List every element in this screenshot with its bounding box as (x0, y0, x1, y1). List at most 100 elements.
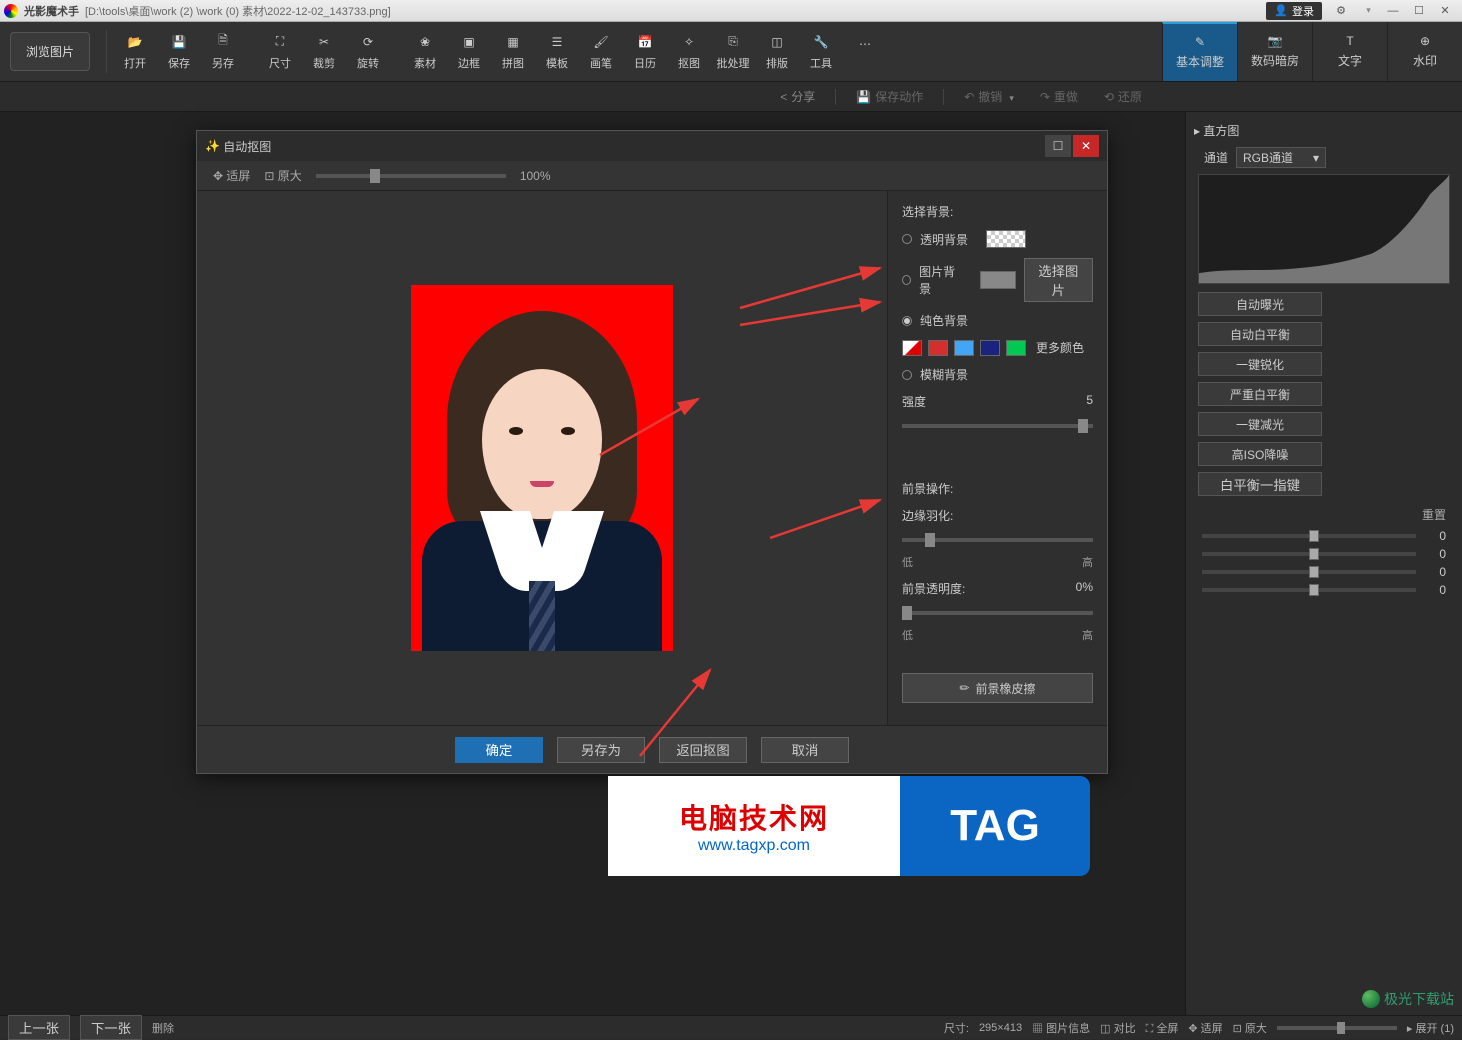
select-bg-label: 选择背景: (902, 203, 1093, 220)
size-icon: ⛶ (270, 33, 290, 51)
orig-button[interactable]: ⊡ 原大 (1233, 1020, 1267, 1036)
swatch-lightblue[interactable] (954, 340, 974, 356)
save-icon: 💾 (169, 33, 189, 51)
ok-button[interactable]: 确定 (455, 737, 543, 763)
tool-collage[interactable]: ▦拼图 (491, 33, 535, 71)
tool-size[interactable]: ⛶尺寸 (258, 33, 302, 71)
tab-watermark[interactable]: ⊕水印 (1387, 22, 1462, 81)
fit-button[interactable]: ✥ 适屏 (1188, 1020, 1222, 1036)
tool-batch[interactable]: ⎘批处理 (711, 33, 755, 71)
fit-screen-button[interactable]: ✥ 适屏 (213, 167, 250, 184)
dropdown-icon[interactable] (1354, 2, 1380, 20)
strength-slider[interactable] (902, 424, 1093, 428)
btn-auto-exposure[interactable]: 自动曝光 (1198, 292, 1322, 316)
tool-saveas[interactable]: 🗎另存 (201, 33, 245, 71)
browse-button[interactable]: 浏览图片 (10, 32, 90, 71)
restore-button[interactable]: ⟲还原 (1098, 86, 1148, 107)
info-button[interactable]: ▦ 图片信息 (1032, 1020, 1090, 1036)
original-size-button[interactable]: ⊡ 原大 (264, 167, 301, 184)
share-button[interactable]: <分享 (774, 86, 821, 107)
btn-severe-wb[interactable]: 严重白平衡 (1198, 382, 1322, 406)
rotate-icon: ⟳ (358, 33, 378, 51)
close-button[interactable]: ✕ (1432, 2, 1458, 20)
redo-button[interactable]: ↷重做 (1034, 86, 1084, 107)
more-colors[interactable]: 更多颜色 (1036, 339, 1084, 356)
tab-darkroom[interactable]: 📷数码暗房 (1237, 22, 1312, 81)
tool-more[interactable]: ⋯ (843, 35, 887, 69)
save-action-button[interactable]: 💾保存动作 (850, 86, 929, 107)
choose-image-button[interactable]: 选择图片 (1024, 258, 1093, 302)
restore-icon: ⟲ (1104, 90, 1114, 104)
photo-preview (411, 285, 673, 651)
next-button[interactable]: 下一张 (80, 1015, 142, 1040)
tool-rotate[interactable]: ⟳旋转 (346, 33, 390, 71)
slider-3[interactable] (1202, 570, 1416, 574)
swatch-white-red[interactable] (902, 340, 922, 356)
material-icon: ❀ (415, 33, 435, 51)
reset-link[interactable]: 重置 (1194, 502, 1454, 527)
radio-transparent[interactable] (902, 234, 912, 244)
corner-watermark: 极光下载站 (1362, 989, 1454, 1009)
feather-label: 边缘羽化: (902, 507, 1093, 524)
btn-iso-noise[interactable]: 高ISO降噪 (1198, 442, 1322, 466)
feather-slider[interactable] (902, 538, 1093, 542)
template-icon: ☰ (547, 33, 567, 51)
eraser-button[interactable]: ✏前景橡皮擦 (902, 673, 1093, 703)
btn-wb-picker[interactable]: 白平衡一指键 (1198, 472, 1322, 496)
slider-2[interactable] (1202, 552, 1416, 556)
settings-icon[interactable]: ⚙ (1328, 2, 1354, 20)
compare-button[interactable]: ◫ 对比 (1100, 1020, 1135, 1036)
frame-icon: ▣ (459, 33, 479, 51)
tool-open[interactable]: 📂打开 (113, 33, 157, 71)
text-icon: T (1346, 34, 1353, 48)
slider-4[interactable] (1202, 588, 1416, 592)
fullscreen-button[interactable]: ⛶ 全屏 (1146, 1020, 1179, 1036)
tool-tools[interactable]: 🔧工具 (799, 33, 843, 71)
dialog-maximize[interactable]: ☐ (1045, 135, 1071, 157)
channel-select[interactable]: RGB通道▾ (1236, 147, 1326, 168)
btn-auto-wb[interactable]: 自动白平衡 (1198, 322, 1322, 346)
tool-cutout[interactable]: ✧抠图 (667, 33, 711, 71)
btn-reduce-light[interactable]: 一键减光 (1198, 412, 1322, 436)
back-button[interactable]: 返回抠图 (659, 737, 747, 763)
saveas-icon: 🗎 (213, 33, 233, 51)
more-icon: ⋯ (855, 35, 875, 53)
tab-basic[interactable]: ✎基本调整 (1162, 22, 1237, 81)
status-bar: 上一张 下一张 删除 尺寸: 295×413 ▦ 图片信息 ◫ 对比 ⛶ 全屏 … (0, 1015, 1462, 1039)
slider-1[interactable] (1202, 534, 1416, 538)
tool-calendar[interactable]: 📅日历 (623, 33, 667, 71)
swatch-red[interactable] (928, 340, 948, 356)
radio-solid-bg[interactable] (902, 316, 912, 326)
dialog-close[interactable]: ✕ (1073, 135, 1099, 157)
opacity-slider[interactable] (902, 611, 1093, 615)
swatch-darkblue[interactable] (980, 340, 1000, 356)
swatch-green[interactable] (1006, 340, 1026, 356)
login-button[interactable]: 👤登录 (1266, 2, 1322, 20)
maximize-button[interactable]: ☐ (1406, 2, 1432, 20)
cancel-button[interactable]: 取消 (761, 737, 849, 763)
tool-frame[interactable]: ▣边框 (447, 33, 491, 71)
prev-button[interactable]: 上一张 (8, 1015, 70, 1040)
zoom-slider[interactable] (316, 174, 506, 178)
tool-crop[interactable]: ✂裁剪 (302, 33, 346, 71)
sub-toolbar: <分享 💾保存动作 ↶撤销 ↷重做 ⟲还原 (0, 82, 1462, 112)
minimize-button[interactable]: — (1380, 2, 1406, 20)
undo-button[interactable]: ↶撤销 (958, 86, 1020, 107)
tab-text[interactable]: T文字 (1312, 22, 1387, 81)
calendar-icon: 📅 (635, 33, 655, 51)
btn-sharpen[interactable]: 一键锐化 (1198, 352, 1322, 376)
tool-template[interactable]: ☰模板 (535, 33, 579, 71)
undo-icon: ↶ (964, 90, 974, 104)
tool-save[interactable]: 💾保存 (157, 33, 201, 71)
tool-layout[interactable]: ◫排版 (755, 33, 799, 71)
tool-material[interactable]: ❀素材 (403, 33, 447, 71)
expand-button[interactable]: ▸ 展开 (1) (1407, 1020, 1454, 1036)
radio-image-bg[interactable] (902, 275, 911, 285)
saveas-button[interactable]: 另存为 (557, 737, 645, 763)
delete-button[interactable]: 删除 (152, 1020, 174, 1036)
tool-brush[interactable]: 🖌画笔 (579, 33, 623, 71)
radio-blur-bg[interactable] (902, 370, 912, 380)
channel-label: 通道 (1204, 149, 1228, 166)
size-label: 尺寸: (944, 1020, 969, 1036)
dialog-side-panel: 选择背景: 透明背景 图片背景选择图片 纯色背景 更多颜色 模糊背景 强度5 前… (887, 191, 1107, 725)
